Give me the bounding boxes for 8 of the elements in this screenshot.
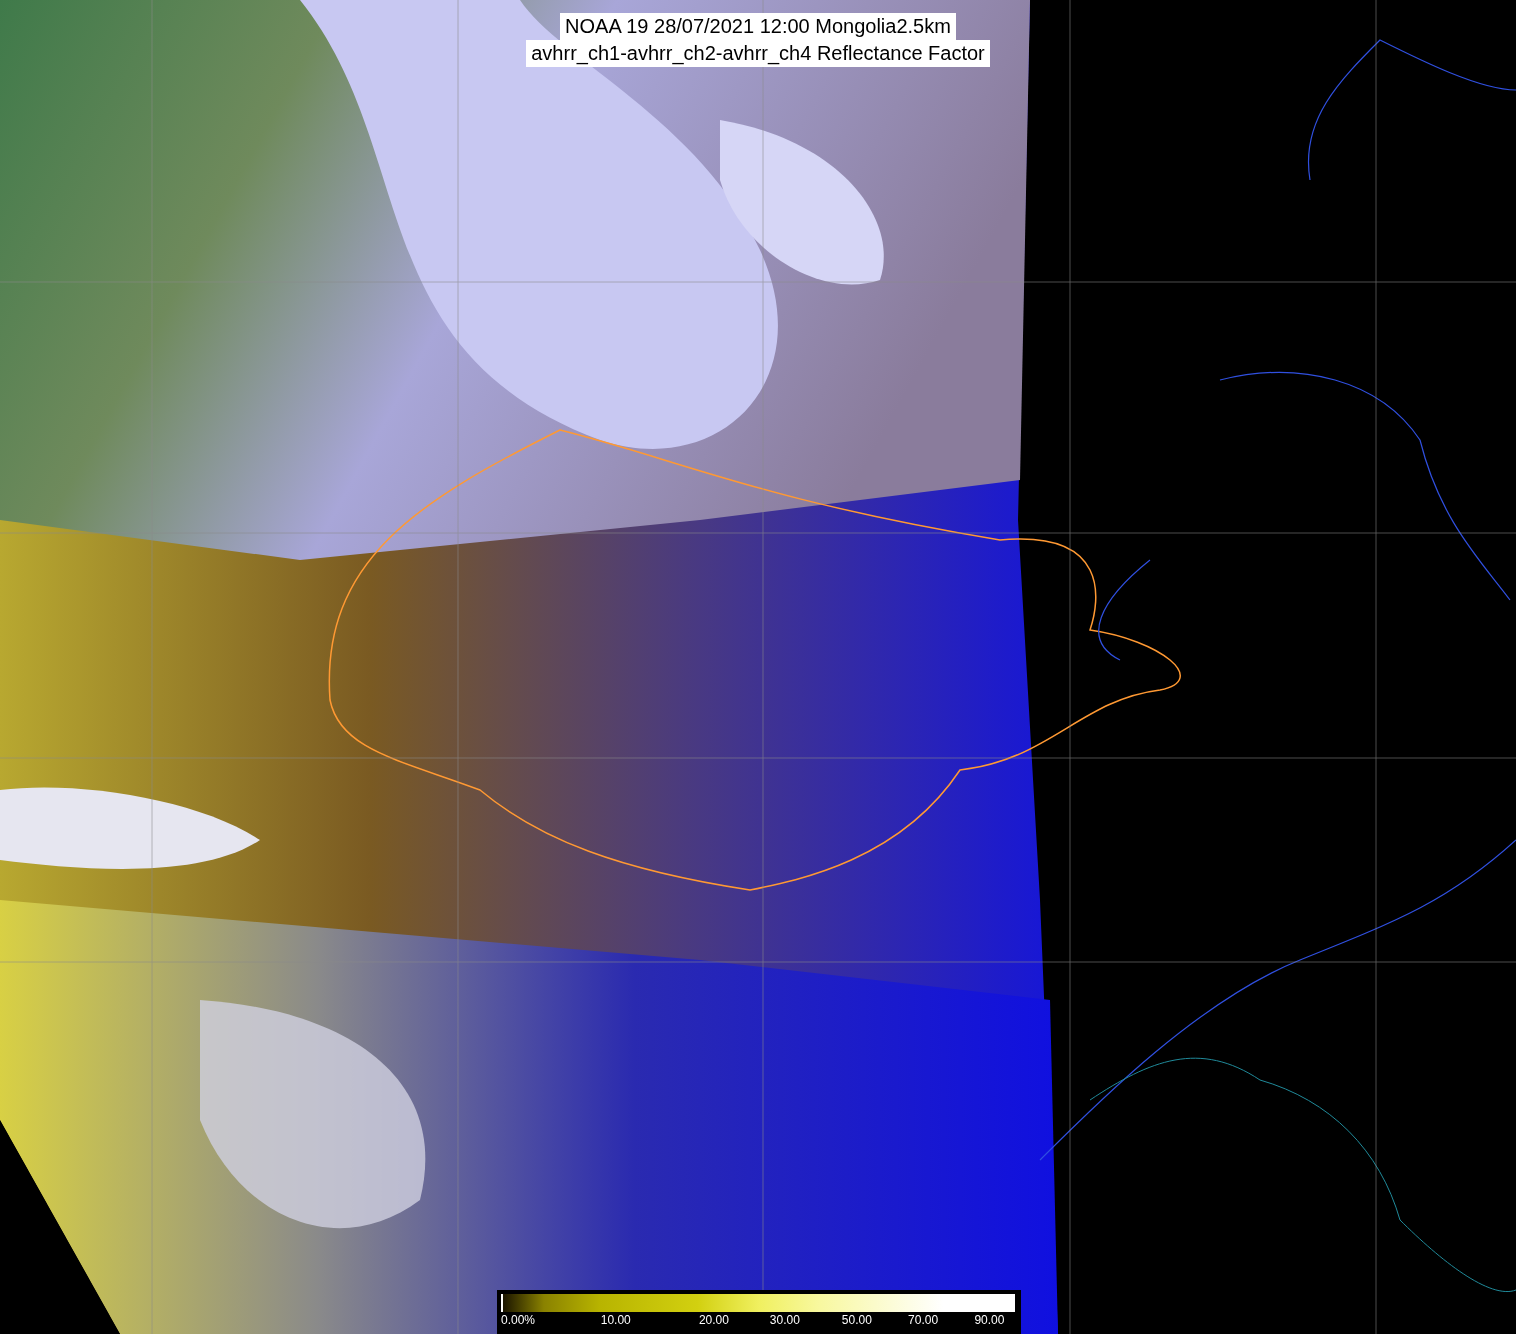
scale-label: 10.00: [600, 1313, 631, 1327]
scale-label: 90.00: [974, 1313, 1005, 1327]
scale-label: 0.00%: [501, 1313, 536, 1327]
scale-label: 30.00: [769, 1313, 800, 1327]
map-title: NOAA 19 28/07/2021 12:00 Mongolia2.5km avhrr_ch1-avhrr_ch2-avhrr_ch4 Reflectance Factor: [474, 13, 1042, 67]
scale-label: 70.00: [908, 1313, 939, 1327]
scale-label: 20.00: [698, 1313, 729, 1327]
scale-label: 50.00: [841, 1313, 872, 1327]
